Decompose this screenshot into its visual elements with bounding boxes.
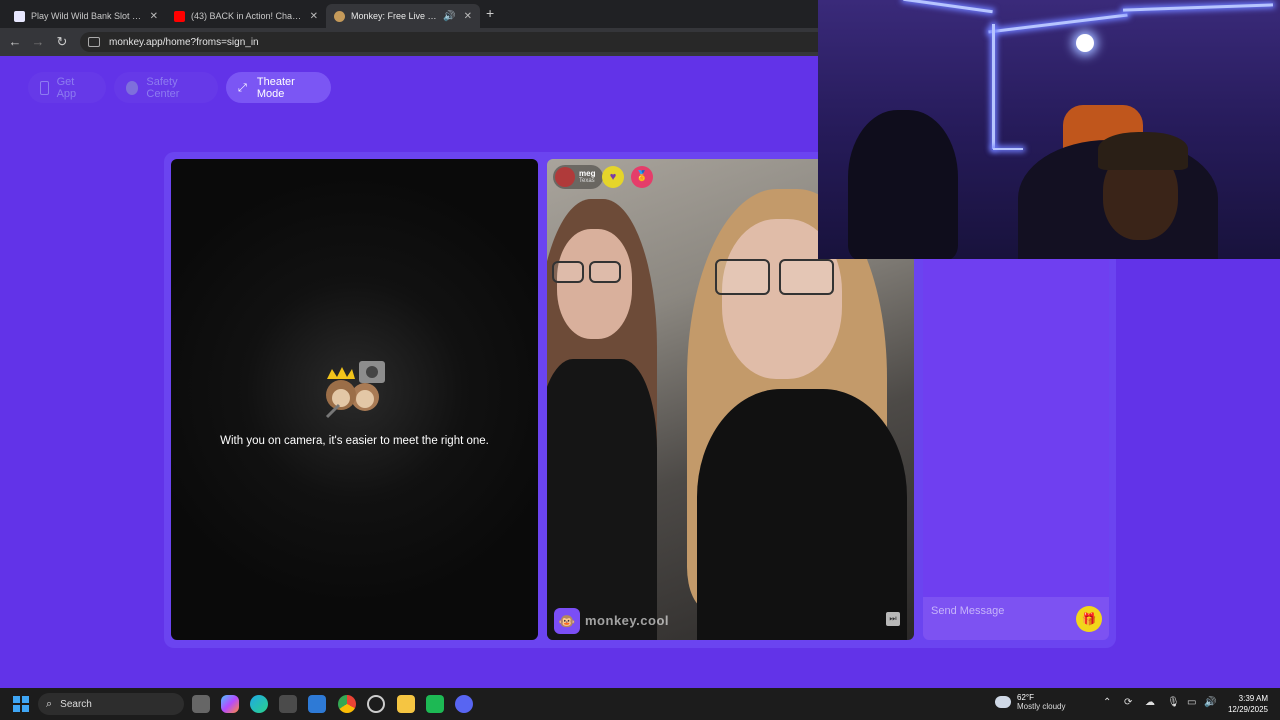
forward-button[interactable]: →: [29, 33, 47, 51]
chrome-icon[interactable]: [338, 695, 356, 713]
webcam-overlay: [818, 0, 1280, 259]
app-icon[interactable]: [426, 695, 444, 713]
chevron-up-icon[interactable]: ⌃: [1103, 697, 1111, 708]
network-icon[interactable]: ▭: [1187, 697, 1196, 708]
webcam-person: [848, 110, 958, 259]
led-strip: [992, 24, 995, 149]
monkey-favicon-icon: [334, 10, 345, 22]
camera-prompt-text: With you on camera, it's easier to meet …: [220, 435, 489, 447]
back-button[interactable]: ←: [6, 33, 24, 51]
video-person: [697, 389, 907, 640]
file-explorer-icon[interactable]: [397, 695, 415, 713]
gift-button[interactable]: 🎁: [1076, 606, 1102, 632]
cloud-sync-icon[interactable]: ☁: [1145, 697, 1155, 708]
microphone-icon[interactable]: 🎙: [1167, 697, 1180, 708]
cloud-icon: [995, 696, 1011, 708]
weather-widget[interactable]: 62°F Mostly cloudy: [995, 693, 1065, 711]
watermark: monkey.cool: [585, 613, 670, 628]
shield-icon: [126, 80, 139, 95]
site-info-icon[interactable]: [88, 37, 100, 47]
skip-button[interactable]: ⏭: [886, 612, 900, 626]
video-person: [715, 259, 770, 295]
clock-app-icon[interactable]: [367, 695, 385, 713]
windows-taskbar: ⌕ Search 62°F Mostly cloudy ⌃ ⟳ ☁ 🎙 ▭ 🔊 …: [0, 688, 1280, 720]
led-strip: [988, 13, 1128, 34]
send-message-input[interactable]: Send Message: [931, 605, 1004, 617]
close-tab-icon[interactable]: ✕: [464, 11, 472, 22]
taskbar-search[interactable]: ⌕ Search: [38, 693, 184, 715]
chat-input-bar: Send Message 🎁: [923, 597, 1109, 640]
store-icon[interactable]: [308, 695, 326, 713]
edge-icon[interactable]: [250, 695, 268, 713]
tab-wild-wild-bank[interactable]: Play Wild Wild Bank Slot by Po ✕: [6, 4, 166, 28]
theater-mode-button[interactable]: ⤢ Theater Mode: [226, 72, 331, 103]
sync-icon[interactable]: ⟳: [1124, 697, 1132, 708]
video-person: [589, 261, 621, 283]
partner-name: meg: [579, 169, 596, 178]
self-video-placeholder: With you on camera, it's easier to meet …: [171, 159, 538, 640]
tab-favicon-icon: [14, 10, 25, 22]
search-icon: ⌕: [46, 697, 53, 710]
close-tab-icon[interactable]: ✕: [310, 11, 318, 22]
led-strip: [1122, 3, 1274, 12]
heart-button[interactable]: ♥: [602, 166, 624, 188]
avatar: [555, 167, 575, 187]
reaction-button[interactable]: 🏅: [631, 166, 653, 188]
get-app-button[interactable]: Get App: [28, 72, 106, 103]
partner-location: Texas: [579, 178, 595, 184]
light-bulb: [1076, 34, 1094, 52]
new-tab-button[interactable]: +: [486, 5, 494, 21]
system-clock[interactable]: 3:39 AM 12/29/2025: [1218, 693, 1268, 715]
speaker-icon[interactable]: 🔊: [443, 11, 455, 22]
monkey-logo-icon: 🐵: [554, 608, 580, 634]
monkeys-camera-icon: [325, 361, 385, 419]
tab-monkey[interactable]: Monkey: Free Live Video Ch 🔊 ✕: [326, 4, 480, 28]
video-person: [557, 229, 632, 339]
video-person: [547, 359, 657, 640]
volume-icon[interactable]: 🔊: [1204, 697, 1216, 708]
app-icon[interactable]: [279, 695, 297, 713]
video-person: [779, 259, 834, 295]
start-button[interactable]: [13, 696, 29, 712]
phone-icon: [40, 80, 49, 95]
webcam-person: [1098, 132, 1188, 170]
reload-button[interactable]: ↻: [53, 33, 71, 51]
led-strip: [993, 148, 1023, 150]
tab-youtube[interactable]: (43) BACK in Action! Chaos Unl ✕: [166, 4, 326, 28]
youtube-icon: [174, 10, 185, 22]
discord-icon[interactable]: [455, 695, 473, 713]
safety-center-button[interactable]: Safety Center: [114, 72, 218, 103]
copilot-icon[interactable]: [221, 695, 239, 713]
partner-badge[interactable]: meg Texas: [553, 165, 604, 189]
task-view-icon[interactable]: [192, 695, 210, 713]
led-strip: [903, 0, 993, 14]
address-bar[interactable]: monkey.app/home?froms=sign_in: [80, 32, 840, 52]
expand-icon: ⤢: [238, 81, 247, 94]
video-person: [552, 261, 584, 283]
close-tab-icon[interactable]: ✕: [150, 11, 158, 22]
